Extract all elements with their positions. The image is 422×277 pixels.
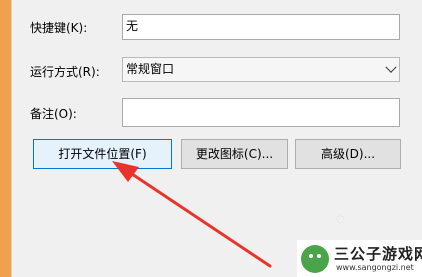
comment-label: 备注(O): (30, 107, 77, 121)
run-mode-select[interactable]: 常规窗口 (122, 57, 400, 82)
dialog-border (11, 0, 12, 277)
shortcut-field[interactable]: 无 (122, 14, 400, 40)
chevron-down-icon[interactable] (385, 61, 397, 73)
open-file-location-button[interactable]: 打开文件位置(F) (33, 139, 172, 169)
run-mode-label: 运行方式(R): (30, 65, 100, 79)
watermark-url: www.sangongzi.net (336, 263, 414, 272)
faint-watermark-glyph: ◌ (336, 214, 345, 225)
run-mode-value: 常规窗口 (126, 62, 175, 76)
watermark: 三公子游戏网 www.sangongzi.net (297, 240, 422, 277)
advanced-button[interactable]: 高级(D)... (295, 139, 401, 169)
watermark-title: 三公子游戏网 (334, 245, 422, 263)
background-strip (0, 0, 11, 277)
shortcut-label: 快捷键(K): (30, 21, 88, 35)
android-icon (301, 245, 329, 273)
comment-field[interactable] (122, 98, 400, 127)
change-icon-button[interactable]: 更改图标(C)... (181, 139, 288, 169)
